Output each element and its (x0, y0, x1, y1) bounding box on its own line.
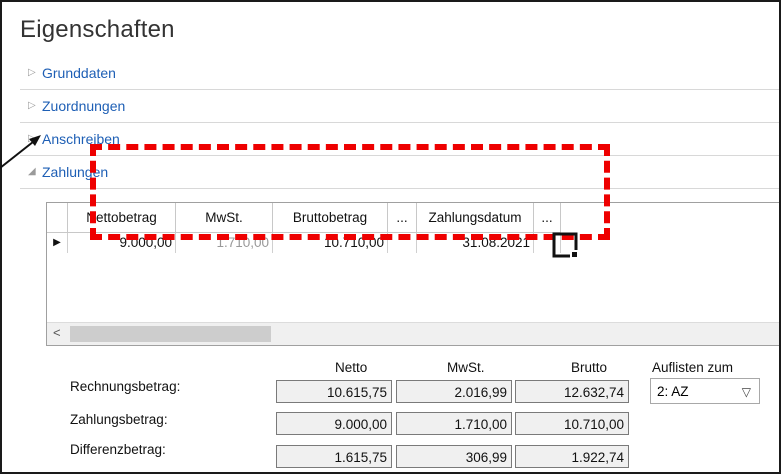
rechnungsbetrag-mwst: 2.016,99 (396, 380, 512, 403)
row-header-corner (47, 203, 68, 232)
summary-header-netto: Netto (335, 360, 368, 375)
section-grunddaten[interactable]: ▷ Grunddaten (20, 57, 779, 90)
section-zuordnungen[interactable]: ▷ Zuordnungen (20, 90, 779, 123)
panel-title: Eigenschaften (20, 16, 175, 43)
scrollbar-thumb[interactable] (70, 326, 271, 342)
summary-header-brutto: Brutto (571, 360, 608, 375)
zahlungsbetrag-brutto: 10.710,00 (515, 412, 629, 435)
differenzbetrag-brutto: 1.922,74 (515, 445, 629, 468)
label-differenzbetrag: Differenzbetrag: (70, 442, 166, 457)
label-rechnungsbetrag: Rechnungsbetrag: (70, 379, 181, 394)
zahlungsbetrag-mwst: 1.710,00 (396, 412, 512, 435)
differenzbetrag-netto: 1.615,75 (276, 445, 392, 468)
zahlungsbetrag-netto: 9.000,00 (276, 412, 392, 435)
section-label[interactable]: Grunddaten (42, 65, 116, 81)
triangle-right-icon: ▷ (28, 133, 36, 144)
summary-header-mwst: MwSt. (447, 360, 485, 375)
auflisten-value: 2: AZ (657, 384, 689, 399)
triangle-right-icon: ▷ (28, 100, 36, 111)
auflisten-select[interactable]: 2: AZ ▽ (650, 378, 760, 404)
section-label[interactable]: Zuordnungen (42, 98, 125, 114)
summary-header-auflisten: Auflisten zum (652, 360, 734, 375)
rechnungsbetrag-brutto: 12.632,74 (515, 380, 629, 403)
triangle-down-icon: ◢ (28, 166, 36, 177)
row-indicator-icon[interactable]: ▶ (47, 233, 68, 253)
scroll-left-icon[interactable]: < (53, 325, 61, 340)
horizontal-scrollbar[interactable]: < (47, 322, 779, 345)
label-zahlungsbetrag: Zahlungsbetrag: (70, 412, 168, 427)
red-highlight-box (90, 144, 610, 240)
differenzbetrag-mwst: 306,99 (396, 445, 512, 468)
rechnungsbetrag-netto: 10.615,75 (276, 380, 392, 403)
triangle-right-icon: ▷ (28, 67, 36, 78)
chevron-down-icon: ▽ (741, 385, 751, 399)
